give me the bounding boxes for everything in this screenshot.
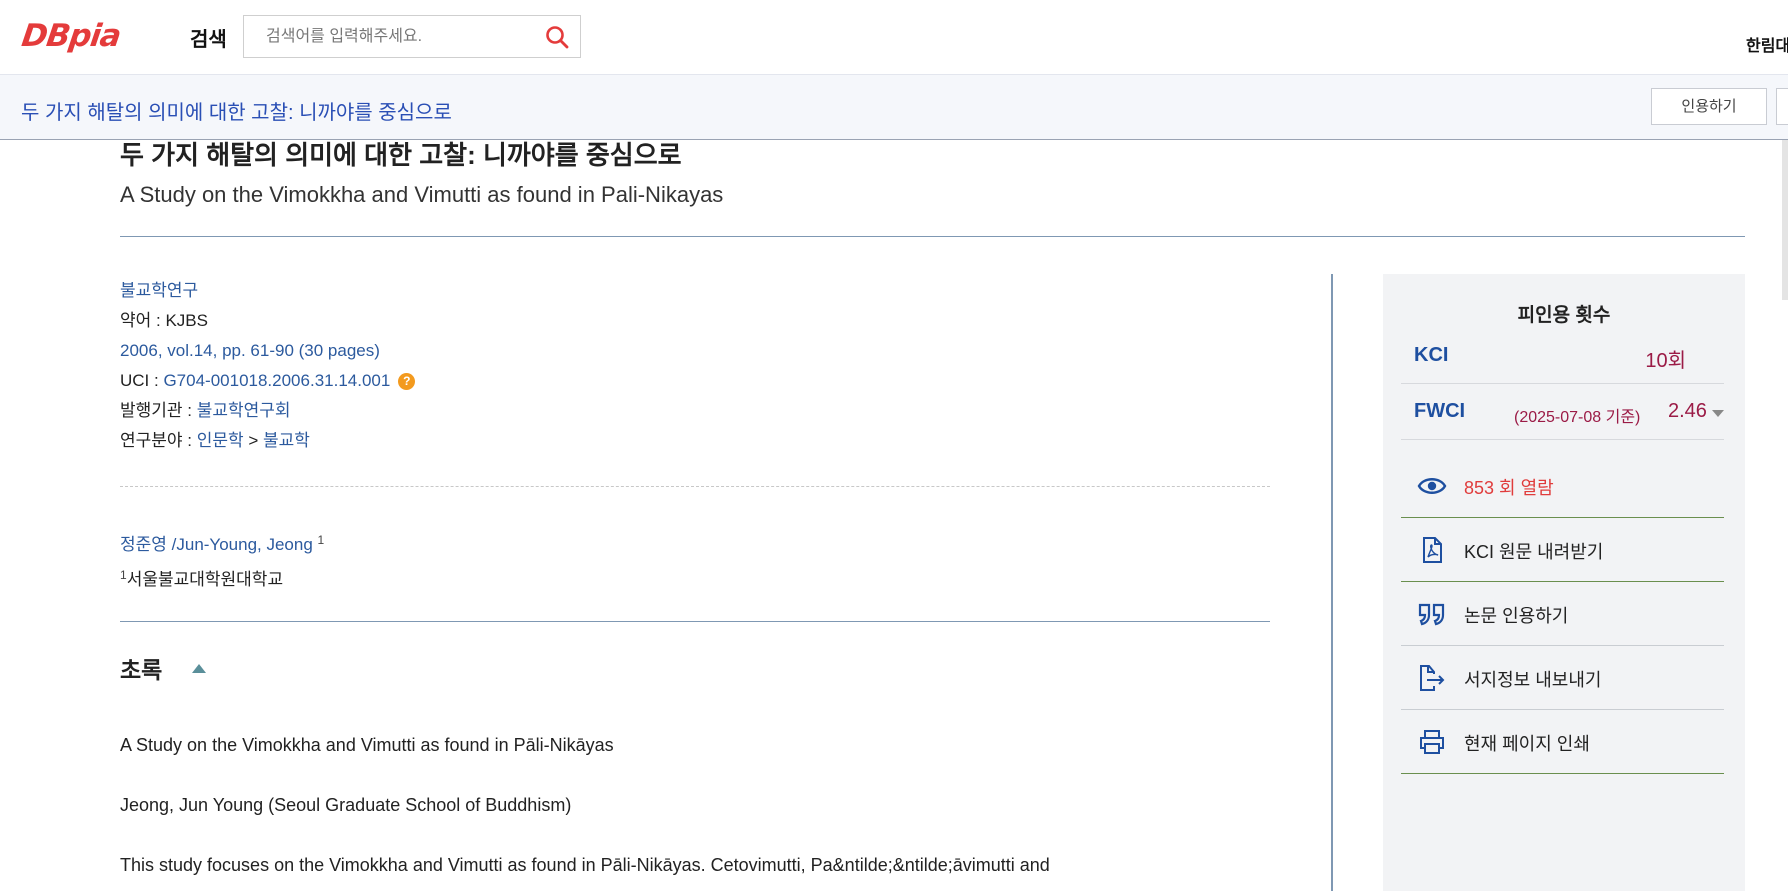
more-button[interactable]	[1776, 88, 1788, 125]
uci-label: UCI :	[120, 371, 164, 390]
collapse-toggle-icon[interactable]	[192, 664, 206, 673]
export-icon	[1420, 665, 1445, 691]
volume-link[interactable]: 2006, vol.14, pp. 61-90 (30 pages)	[120, 341, 380, 360]
export-citation-label: 서지정보 내보내기	[1464, 670, 1602, 690]
side-panel: 피인용 횟수 KCI 10회 FWCI (2025-07-08 기준) 2.46…	[1383, 274, 1745, 891]
author-affiliation-marker: 1	[317, 533, 325, 547]
search-input[interactable]	[244, 16, 534, 57]
print-icon	[1420, 730, 1444, 754]
column-divider	[1331, 274, 1333, 891]
top-header: DBpia 검색 한림대	[0, 0, 1788, 74]
fwci-label: FWCI	[1414, 400, 1466, 422]
abstract-paragraph: A Study on the Vimokkha and Vimutti as f…	[120, 735, 614, 755]
journal-link[interactable]: 불교학연구	[120, 281, 198, 300]
citation-count-title: 피인용 횟수	[1517, 305, 1611, 326]
abstract-heading: 초록	[120, 657, 163, 683]
search-icon[interactable]	[544, 24, 570, 50]
scrollbar[interactable]	[1782, 140, 1788, 300]
affiliation-name: 서울불교대학원대학교	[126, 570, 284, 589]
author: 정준영 /Jun-Young, Jeong 1	[120, 525, 324, 560]
sticky-article-title[interactable]: 두 가지 해탈의 의미에 대한 고찰: 니까야를 중심으로	[21, 96, 452, 125]
cite-article-label: 논문 인용하기	[1464, 606, 1569, 626]
uci-link[interactable]: G704-001018.2006.31.14.001	[163, 371, 390, 390]
kci-citation-row: KCI 10회	[1401, 328, 1724, 384]
abbr-label: 약어 :	[120, 311, 166, 330]
search-box	[243, 15, 581, 58]
publisher-label: 발행기관 :	[120, 401, 197, 420]
abstract-paragraph: This study focuses on the Vimokkha and V…	[120, 855, 1050, 875]
pdf-icon	[1423, 537, 1442, 563]
field-link-buddhism[interactable]: 불교학	[263, 431, 310, 450]
print-page-label: 현재 페이지 인쇄	[1464, 734, 1590, 754]
author-link[interactable]: 정준영 /Jun-Young, Jeong	[120, 535, 313, 554]
view-count-label: 853 회 열람	[1464, 478, 1554, 498]
kci-label: KCI	[1414, 344, 1449, 366]
quote-icon	[1418, 603, 1445, 626]
publisher-link[interactable]: 불교학연구회	[197, 401, 291, 420]
fwci-value: 2.46	[1668, 400, 1707, 422]
divider	[120, 621, 1270, 622]
dbpia-logo[interactable]: DBpia	[19, 18, 122, 54]
field-separator: >	[243, 431, 264, 450]
user-institution[interactable]: 한림대	[1746, 32, 1788, 56]
sticky-title-bar: 두 가지 해탈의 의미에 대한 고찰: 니까야를 중심으로 인용하기	[0, 74, 1788, 140]
divider	[120, 236, 1745, 237]
kci-count[interactable]: 10회	[1645, 344, 1686, 373]
print-page-button[interactable]: 현재 페이지 인쇄	[1401, 710, 1724, 774]
export-citation-button[interactable]: 서지정보 내보내기	[1401, 646, 1724, 710]
chevron-down-icon[interactable]	[1712, 410, 1724, 417]
cite-button[interactable]: 인용하기	[1651, 88, 1767, 125]
article-meta: 불교학연구 약어 : KJBS 2006, vol.14, pp. 61-90 …	[120, 276, 416, 456]
article-title-english: A Study on the Vimokkha and Vimutti as f…	[120, 182, 724, 207]
dashed-divider	[120, 486, 1270, 487]
affiliation-marker: 1	[120, 568, 127, 582]
help-icon[interactable]: ?	[398, 373, 416, 390]
abstract-paragraph: Jeong, Jun Young (Seoul Graduate School …	[120, 795, 572, 815]
cite-article-button[interactable]: 논문 인용하기	[1401, 582, 1724, 646]
fwci-date: (2025-07-08 기준)	[1514, 409, 1641, 426]
search-label: 검색	[190, 29, 227, 51]
view-count: 853 회 열람	[1401, 454, 1724, 518]
kci-download-button[interactable]: KCI 원문 내려받기	[1401, 518, 1724, 582]
kci-download-label: KCI 원문 내려받기	[1464, 542, 1604, 562]
field-label: 연구분야 :	[120, 431, 197, 450]
eye-icon	[1417, 478, 1447, 494]
abbr-value: KJBS	[165, 311, 208, 330]
affiliation: 1서울불교대학원대학교	[120, 560, 283, 595]
field-link-humanities[interactable]: 인문학	[197, 431, 244, 450]
fwci-row: FWCI (2025-07-08 기준) 2.46	[1401, 384, 1724, 440]
article-title-korean: 두 가지 해탈의 의미에 대한 고찰: 니까야를 중심으로	[120, 140, 682, 170]
